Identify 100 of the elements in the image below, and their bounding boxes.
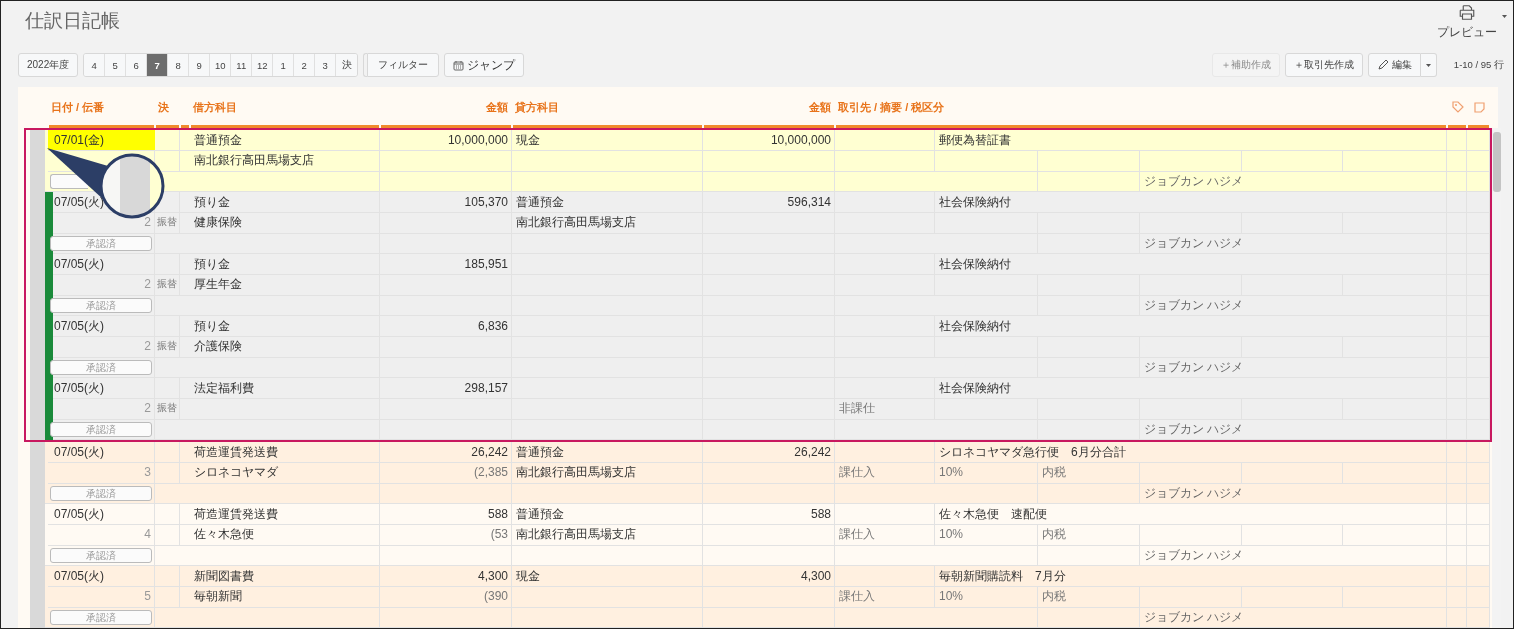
- amount-cell-text: 596,314: [786, 194, 832, 211]
- create-button[interactable]: ＋取引先作成: [1284, 53, 1363, 77]
- account-cell-text: 普通預金: [515, 505, 565, 523]
- sub-account-cell-text: 南北銀行高田馬場支店: [515, 463, 637, 481]
- user-cell-text: ジョブカン ハジメ: [1143, 484, 1245, 502]
- fiscal-year-button[interactable]: 2022年度: [18, 53, 79, 77]
- preview-label[interactable]: プレビュー: [1437, 24, 1497, 41]
- month-tab[interactable]: 7: [147, 54, 169, 76]
- description-cell-text: 郵便為替証書: [938, 131, 1012, 149]
- account-cell-text: 新聞図書費: [193, 567, 255, 585]
- tax-type-cell-text: 内税: [1041, 587, 1067, 605]
- tax-rate-cell-text: 10%: [938, 464, 965, 481]
- amount-cell-text: 10,000,000: [769, 132, 832, 149]
- tax-class-cell-text: 課仕入: [838, 525, 876, 543]
- description-cell-text: 社会保険納付: [938, 379, 1012, 397]
- tag-icon[interactable]: [1452, 101, 1464, 113]
- entry-type-label: 振替: [156, 401, 178, 415]
- month-tab[interactable]: 12: [252, 54, 274, 76]
- month-tab[interactable]: 2: [294, 54, 316, 76]
- user-cell-text: ジョブカン ハジメ: [1143, 358, 1245, 376]
- pencil-icon: [1376, 59, 1389, 71]
- note-icon[interactable]: [1474, 101, 1485, 113]
- sub-account-cell-text: 南北銀行高田馬場支店: [515, 213, 637, 231]
- journal-entry-row[interactable]: 07/05(火) 荷造運賃発送費 26,242 普通預金 26,242 シロネコヤマダ急行便 6月分合計 3 シロネコヤマダ (2,385 南北銀行高田馬場支店 課仕入 10% 内税 承認済 ジョブカン ハジメ: [30, 442, 1490, 504]
- journal-entry-row[interactable]: 07/05(火) 法定福利費 298,157 社会保険納付 2 振替 非課仕 承認済 ジョブカン ハジメ: [30, 378, 1490, 440]
- month-tab[interactable]: 4: [84, 54, 106, 76]
- journal-entry-row[interactable]: 07/05(火) 預り金 6,836 社会保険納付 2 振替 介護保険 承認済 ジョブカン ハジメ: [30, 316, 1490, 378]
- month-tab[interactable]: 決: [336, 54, 358, 76]
- journal-entry-row[interactable]: 07/05(火) 荷造運賃発送費 588 普通預金 588 佐々木急便 速配便 4 佐々木急便 (53 南北銀行高田馬場支店 課仕入 10% 内税 承認済 ジョブカン ハジメ: [30, 504, 1490, 566]
- user-cell-text: ジョブカン ハジメ: [1143, 234, 1245, 252]
- sub-account-cell-text: 佐々木急便: [193, 525, 255, 543]
- amount-cell-text: 10,000,000: [446, 132, 509, 149]
- amount-cell-text: 26,242: [793, 444, 832, 461]
- tax-type-cell-text: 内税: [1041, 463, 1067, 481]
- month-tab[interactable]: 8: [168, 54, 190, 76]
- description-cell-text: 社会保険納付: [938, 193, 1012, 211]
- page-title: 仕訳日記帳: [25, 9, 120, 33]
- tax-class-cell-text: 非課仕: [838, 399, 876, 417]
- amount-cell-text: 4,300: [799, 568, 832, 585]
- voucher-number: 2: [143, 276, 152, 293]
- description-cell-text: 社会保険納付: [938, 255, 1012, 273]
- tax-amount-cell-text: (390: [482, 588, 509, 605]
- tax-amount-cell-text: (53: [489, 526, 509, 543]
- user-cell-text: ジョブカン ハジメ: [1143, 546, 1245, 564]
- drag-handle[interactable]: [30, 566, 45, 628]
- voucher-number: 2: [143, 214, 152, 231]
- account-cell-text: 普通預金: [515, 443, 565, 461]
- journal-entry-row[interactable]: 07/05(火) 新聞図書費 4,300 現金 4,300 毎朝新聞購読料 7月分 5 毎朝新聞 (390 課仕入 10% 内税 承認済 ジョブカン ハジメ: [30, 566, 1490, 628]
- month-tab[interactable]: 10: [210, 54, 232, 76]
- voucher-number: 4: [143, 526, 152, 543]
- account-cell-text: 預り金: [193, 255, 231, 273]
- tax-amount-cell-text: (2,385: [472, 464, 509, 481]
- sub-account-cell-text: 厚生年金: [193, 275, 243, 293]
- date-cell-text: 07/05(火): [53, 193, 106, 211]
- user-cell-text: ジョブカン ハジメ: [1143, 420, 1245, 438]
- user-cell-text: ジョブカン ハジメ: [1143, 296, 1245, 314]
- sub-account-cell-text: 南北銀行高田馬場支店: [515, 525, 637, 543]
- jump-button[interactable]: ジャンプ: [444, 53, 525, 77]
- tax-type-cell-text: 内税: [1041, 525, 1067, 543]
- edit-button[interactable]: 編集: [1367, 53, 1421, 77]
- voucher-number: 5: [143, 588, 152, 605]
- tax-rate-cell-text: 10%: [938, 526, 965, 543]
- voucher-number: 2: [143, 338, 152, 355]
- journal-entry-row[interactable]: 07/05(火) 預り金 105,370 普通預金 596,314 社会保険納付 2 振替 健康保険 南北銀行高田馬場支店 承認済 ジョブカン ハジメ: [30, 192, 1490, 254]
- month-tab[interactable]: 6: [126, 54, 148, 76]
- month-tab[interactable]: 1: [273, 54, 295, 76]
- month-tab[interactable]: 11: [231, 54, 253, 76]
- sub-account-cell-text: シロネコヤマダ: [193, 463, 279, 481]
- journal-entry-row[interactable]: 07/05(火) 預り金 185,951 社会保険納付 2 振替 厚生年金 承認済 ジョブカン ハジメ: [30, 254, 1490, 316]
- date-cell-text: 07/05(火): [53, 317, 106, 335]
- sub-account-cell-text: 健康保険: [193, 213, 243, 231]
- description-cell-text: シロネコヤマダ急行便 6月分合計: [938, 443, 1127, 461]
- scrollbar-thumb[interactable]: [1493, 132, 1501, 192]
- amount-cell-text: 6,836: [476, 318, 509, 335]
- amount-cell-text: 185,951: [463, 256, 509, 273]
- account-cell-text: 荷造運賃発送費: [193, 505, 279, 523]
- description-cell-text: 毎朝新聞購読料 7月分: [938, 567, 1067, 585]
- month-tab[interactable]: 3: [315, 54, 337, 76]
- date-cell-text: 07/05(火): [53, 505, 106, 523]
- tax-class-cell-text: 課仕入: [838, 587, 876, 605]
- entry-type-label: 振替: [156, 339, 178, 353]
- account-cell-text: 法定福利費: [193, 379, 255, 397]
- drag-handle[interactable]: [30, 442, 45, 504]
- date-cell-text: 07/05(火): [53, 443, 106, 461]
- month-tab[interactable]: 5: [105, 54, 127, 76]
- date-cell-text: 07/05(火): [53, 567, 106, 585]
- drag-handle[interactable]: [30, 378, 45, 440]
- caret-icon[interactable]: [1502, 15, 1507, 18]
- month-tab[interactable]: 9: [189, 54, 211, 76]
- account-cell-text: 現金: [515, 567, 541, 585]
- description-cell-text: 佐々木急便 速配便: [938, 505, 1048, 523]
- date-cell-text: 07/05(火): [53, 255, 106, 273]
- calendar-icon: [453, 59, 465, 71]
- date-cell: 07/01(金): [48, 130, 155, 150]
- filter-button[interactable]: フィルター: [367, 53, 440, 77]
- entry-type-label: 振替: [156, 277, 178, 291]
- drag-handle[interactable]: [30, 130, 45, 192]
- sub-account-cell-text: 介護保険: [193, 337, 243, 355]
- entry-type-label: 振替: [156, 215, 178, 229]
- account-cell-text: 普通預金: [515, 193, 565, 211]
